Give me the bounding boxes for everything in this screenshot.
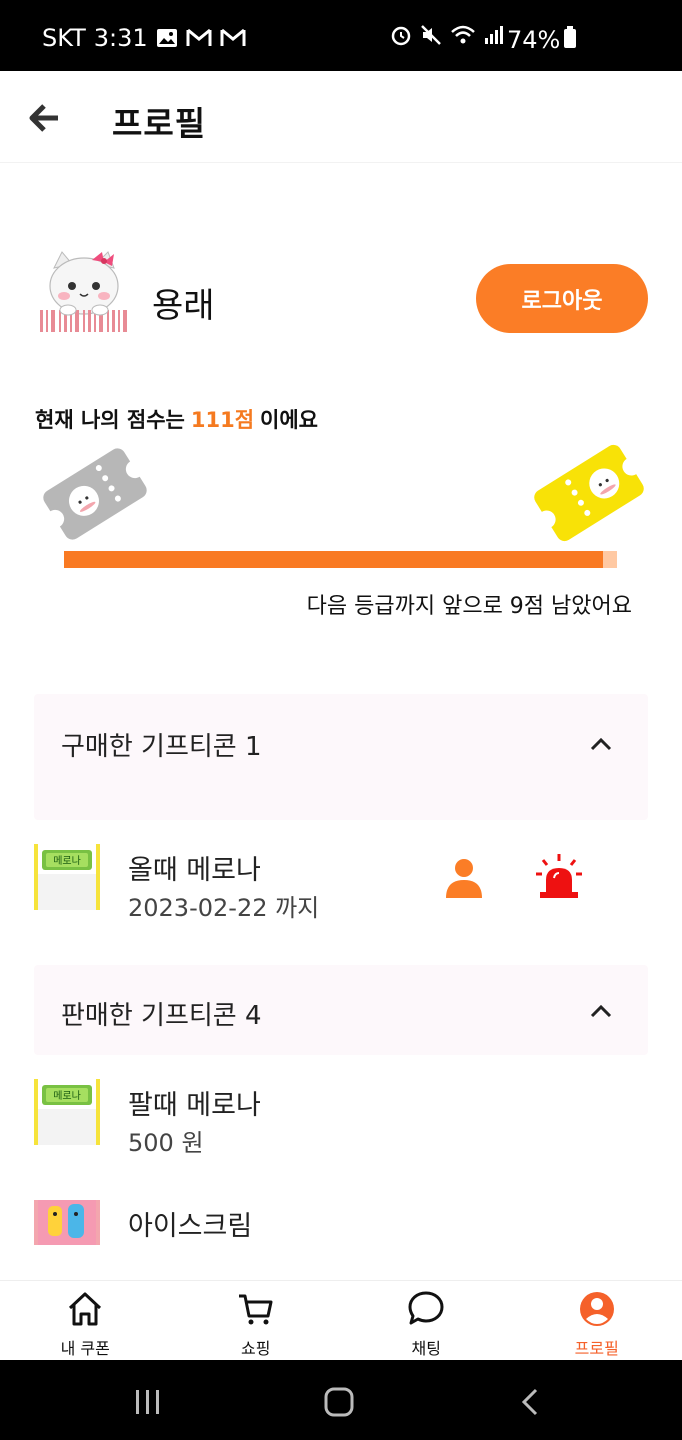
next-grade-message: 다음 등급까지 앞으로 9점 남았어요 <box>306 594 632 619</box>
nav-label: 내 쿠폰 <box>60 1339 110 1358</box>
status-bar: SKT 3:31 74% <box>0 0 682 71</box>
mute-icon <box>420 24 442 50</box>
bottom-navigation: 내 쿠폰 쇼핑 채팅 프로필 <box>0 1280 682 1360</box>
battery-icon <box>564 26 577 54</box>
next-grade-ticket-icon <box>531 440 647 546</box>
score-summary: 현재 나의 점수는 111점 이에요 <box>35 404 318 434</box>
cart-icon <box>236 1289 276 1333</box>
person-icon[interactable] <box>444 856 484 900</box>
ice-cream-thumbnail <box>34 1200 100 1245</box>
gallery-icon <box>156 28 178 48</box>
report-siren-icon[interactable] <box>534 852 584 902</box>
carrier-label: SKT <box>42 24 86 52</box>
purchased-item[interactable]: 메로나 올때 메로나 2023-02-22 까지 <box>34 844 648 922</box>
gmail-icon <box>220 28 246 48</box>
grade-progress-fill <box>64 551 604 568</box>
sold-section-title: 판매한 기프티콘 4 <box>61 1001 262 1031</box>
clock: 3:31 <box>93 24 148 52</box>
sold-item[interactable]: 아이스크림 <box>34 1200 648 1245</box>
grade-progress-bar <box>64 551 617 568</box>
logout-button[interactable]: 로그아웃 <box>476 264 648 333</box>
avatar <box>34 248 134 348</box>
sold-section-header[interactable]: 판매한 기프티콘 4 <box>34 965 648 1055</box>
purchased-section-header[interactable]: 구매한 기프티콘 1 <box>34 694 648 820</box>
chevron-up-icon[interactable] <box>590 1003 612 1018</box>
chevron-up-icon[interactable] <box>590 736 612 751</box>
chat-icon <box>406 1289 446 1333</box>
nav-chat[interactable]: 채팅 <box>341 1281 512 1360</box>
nav-profile[interactable]: 프로필 <box>512 1281 682 1360</box>
melona-thumbnail: 메로나 <box>34 1079 100 1145</box>
home-button-icon[interactable] <box>324 1387 354 1421</box>
nav-my-coupons[interactable]: 내 쿠폰 <box>0 1281 171 1360</box>
svg-text:메로나: 메로나 <box>53 1090 81 1102</box>
score-prefix: 현재 나의 점수는 <box>35 408 185 432</box>
nav-shopping[interactable]: 쇼핑 <box>171 1281 342 1360</box>
app-header: 프로필 <box>0 71 682 163</box>
alarm-icon <box>390 24 412 50</box>
gmail-icon <box>186 28 212 48</box>
item-price: 500 원 <box>128 1129 204 1157</box>
svg-text:메로나: 메로나 <box>53 855 81 867</box>
item-name: 아이스크림 <box>128 1211 253 1242</box>
signal-icon <box>484 24 504 50</box>
purchased-section-title: 구매한 기프티콘 1 <box>61 732 262 762</box>
sold-item[interactable]: 메로나 팔때 메로나 500 원 <box>34 1079 648 1157</box>
home-icon <box>65 1289 105 1333</box>
recent-apps-icon[interactable] <box>134 1388 162 1420</box>
nav-label: 프로필 <box>574 1339 619 1358</box>
page-title: 프로필 <box>112 104 207 143</box>
nav-label: 채팅 <box>411 1339 441 1358</box>
item-name: 팔때 메로나 <box>128 1090 261 1121</box>
item-expiry: 2023-02-22 까지 <box>128 894 320 922</box>
wifi-icon <box>450 24 476 50</box>
item-name: 올때 메로나 <box>128 855 261 886</box>
score-suffix: 이에요 <box>260 408 318 432</box>
system-navigation-bar <box>0 1360 682 1440</box>
melona-thumbnail: 메로나 <box>34 844 100 910</box>
score-value: 111점 <box>190 408 255 432</box>
username: 용래 <box>152 286 215 326</box>
profile-icon <box>577 1289 617 1333</box>
battery-percent: 74% <box>507 26 561 54</box>
back-arrow-icon[interactable] <box>28 101 62 135</box>
current-grade-ticket-icon <box>40 444 150 544</box>
nav-label: 쇼핑 <box>241 1339 271 1358</box>
back-button-icon[interactable] <box>520 1388 540 1420</box>
